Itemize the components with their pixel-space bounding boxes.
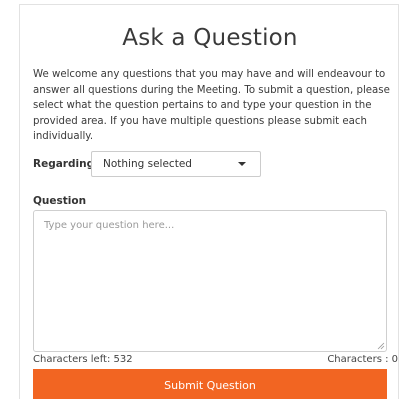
regarding-select[interactable]: Nothing selected xyxy=(91,151,261,177)
resize-grip-icon[interactable] xyxy=(377,342,385,350)
question-label: Question xyxy=(33,195,87,207)
regarding-label: Regarding xyxy=(33,158,95,170)
chevron-down-icon xyxy=(238,162,246,166)
characters-left: Characters left: 532 xyxy=(33,354,133,365)
characters-count: Characters : 0 xyxy=(327,354,398,365)
submit-question-button[interactable]: Submit Question xyxy=(33,369,387,399)
regarding-selected-value: Nothing selected xyxy=(103,158,192,170)
ask-question-panel: Ask a Question We welcome any questions … xyxy=(19,4,399,399)
intro-text: We welcome any questions that you may ha… xyxy=(33,69,390,142)
page: Ask a Question We welcome any questions … xyxy=(0,0,409,399)
question-textarea[interactable] xyxy=(33,210,387,352)
page-title: Ask a Question xyxy=(122,25,298,51)
